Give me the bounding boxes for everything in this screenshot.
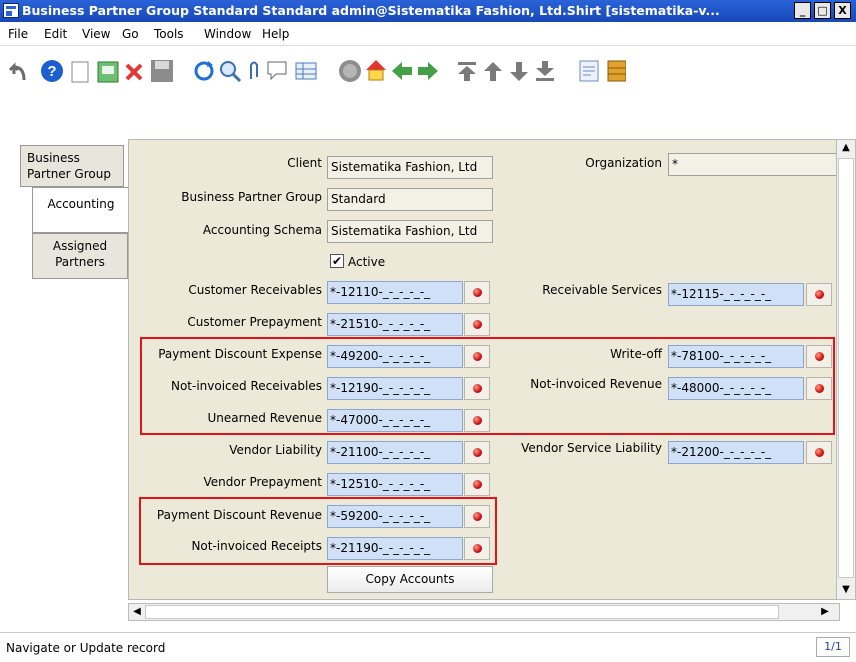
grid-toggle-icon[interactable]: [294, 60, 318, 82]
receivable-services-lookup-button[interactable]: [806, 283, 832, 306]
vendor-liability-label: Vendor Liability: [229, 443, 322, 457]
window-titlebar[interactable]: Business Partner Group Standard Standard…: [0, 0, 856, 22]
organization-label: Organization: [585, 156, 662, 170]
undo-icon[interactable]: [8, 60, 30, 84]
previous-record-icon[interactable]: [482, 60, 504, 82]
vendor-prepayment-field[interactable]: *-12510-_-_-_-_-_: [327, 473, 463, 496]
menu-go[interactable]: Go: [122, 27, 139, 41]
customer-receivables-label: Customer Receivables: [188, 283, 322, 297]
vendor-prepayment-lookup-button[interactable]: [464, 473, 490, 496]
next-record-icon[interactable]: [508, 60, 530, 82]
report-icon[interactable]: [578, 59, 600, 83]
chat-icon[interactable]: [266, 60, 290, 82]
find-icon[interactable]: [218, 59, 242, 83]
status-message: Navigate or Update record: [6, 641, 166, 655]
home-icon[interactable]: [364, 58, 388, 82]
accounting-schema-label: Accounting Schema: [202, 223, 322, 237]
svg-text:?: ?: [47, 63, 56, 80]
bp-group-label: Business Partner Group: [181, 190, 322, 204]
vertical-scrollbar[interactable]: ▲ ▼: [836, 139, 856, 600]
menu-help[interactable]: Help: [262, 27, 289, 41]
scroll-down-arrow-icon[interactable]: ▼: [840, 583, 852, 597]
receivable-services-field[interactable]: *-12115-_-_-_-_-_: [668, 283, 804, 306]
menu-window[interactable]: Window: [204, 27, 251, 41]
menu-tools[interactable]: Tools: [154, 27, 184, 41]
menu-view[interactable]: View: [82, 27, 110, 41]
close-button[interactable]: X: [834, 2, 851, 19]
minimize-button[interactable]: _: [794, 2, 811, 19]
customer-receivables-field[interactable]: *-12110-_-_-_-_-_: [327, 281, 463, 304]
last-record-icon[interactable]: [534, 60, 556, 82]
vendor-prepayment-label: Vendor Prepayment: [203, 475, 322, 489]
tab-business-partner-group[interactable]: Business Partner Group: [20, 145, 124, 187]
menu-edit[interactable]: Edit: [44, 27, 67, 41]
accounting-schema-field[interactable]: Sistematika Fashion, Ltd: [327, 220, 493, 243]
record-count-indicator[interactable]: 1/1: [816, 637, 850, 657]
vendor-liability-field[interactable]: *-21100-_-_-_-_-_: [327, 441, 463, 464]
vertical-scroll-thumb[interactable]: [838, 158, 854, 578]
scroll-up-arrow-icon[interactable]: ▲: [840, 141, 852, 155]
active-checkbox[interactable]: ✔: [330, 254, 344, 268]
horizontal-scroll-thumb[interactable]: [145, 605, 779, 619]
maximize-button[interactable]: □: [814, 2, 831, 19]
scroll-right-arrow-icon[interactable]: ▶: [819, 605, 831, 619]
menu-bar: File Edit View Go Tools Window Help: [0, 22, 856, 46]
history-icon[interactable]: [338, 59, 362, 83]
forward-icon[interactable]: [416, 60, 440, 82]
back-icon[interactable]: [390, 60, 414, 82]
customer-prepayment-field[interactable]: *-21510-_-_-_-_-_: [327, 313, 463, 336]
highlight-box-vendor-accounts: [139, 497, 497, 565]
copy-accounts-button[interactable]: Copy Accounts: [327, 566, 493, 593]
first-record-icon[interactable]: [456, 60, 478, 82]
app-icon: [3, 3, 19, 18]
vendor-service-liability-label: Vendor Service Liability: [521, 441, 662, 455]
refresh-icon[interactable]: [192, 59, 216, 83]
vendor-service-liability-field[interactable]: *-21200-_-_-_-_-_: [668, 441, 804, 464]
window-title: Business Partner Group Standard Standard…: [22, 3, 720, 18]
toolbar: ?: [0, 46, 856, 138]
receivable-services-label: Receivable Services: [542, 283, 662, 297]
help-icon[interactable]: ?: [40, 59, 64, 83]
copy-record-icon[interactable]: [96, 60, 120, 84]
client-label: Client: [287, 156, 322, 170]
customer-prepayment-lookup-button[interactable]: [464, 313, 490, 336]
vendor-service-liability-lookup-button[interactable]: [806, 441, 832, 464]
customer-receivables-lookup-button[interactable]: [464, 281, 490, 304]
client-field[interactable]: Sistematika Fashion, Ltd: [327, 156, 493, 179]
customer-prepayment-label: Customer Prepayment: [187, 315, 322, 329]
attachment-icon[interactable]: [246, 59, 262, 83]
scroll-left-arrow-icon[interactable]: ◀: [131, 605, 143, 619]
tab-assigned-partners[interactable]: Assigned Partners: [32, 233, 128, 279]
organization-field[interactable]: *: [668, 153, 840, 176]
status-bar: Navigate or Update record 1/1: [0, 632, 856, 662]
bp-group-field[interactable]: Standard: [327, 188, 493, 211]
save-icon[interactable]: [150, 59, 174, 83]
highlight-box-customer-accounts: [140, 337, 835, 435]
delete-icon[interactable]: [124, 62, 144, 82]
menu-file[interactable]: File: [8, 27, 28, 41]
new-record-icon[interactable]: [70, 60, 90, 84]
horizontal-scrollbar[interactable]: ◀ ▶: [128, 603, 840, 621]
tab-accounting[interactable]: Accounting: [32, 187, 129, 233]
archive-icon[interactable]: [606, 59, 626, 83]
active-label: Active: [348, 255, 386, 269]
